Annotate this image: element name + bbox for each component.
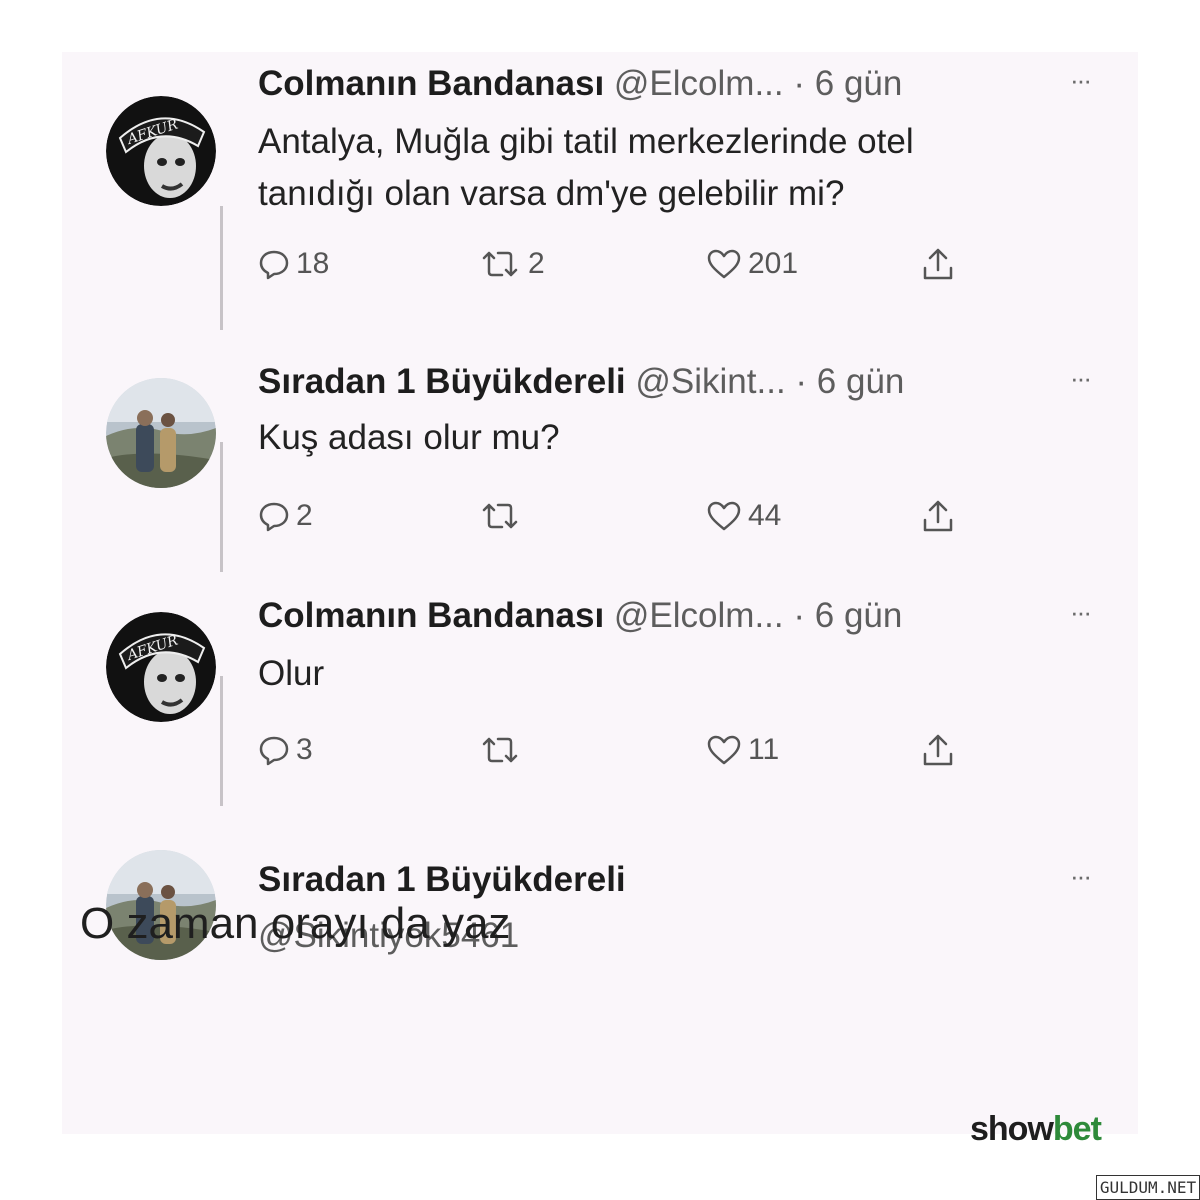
watermark: GULDUM.NET: [1096, 1175, 1200, 1200]
timestamp[interactable]: · 6 gün: [795, 362, 904, 401]
tweet-text-line: tanıdığı olan varsa dm'ye gelebilir mi?: [258, 174, 845, 213]
reply-text: O zaman orayı da yaz: [80, 899, 511, 948]
share-icon: [923, 500, 953, 532]
tweet-text-line: Antalya, Muğla gibi tatil merkezlerinde …: [258, 122, 914, 161]
tweet-actions: 18 2 201: [258, 242, 1018, 286]
tweet-text: Kuş adası olur mu?: [258, 412, 1118, 464]
reply-button[interactable]: 18: [258, 242, 329, 286]
reply-icon: [259, 250, 289, 280]
more-options-icon[interactable]: ···: [1062, 856, 1098, 904]
share-button[interactable]: [920, 242, 962, 286]
screenshot-card: AFKUR Colmanın Bandanası @Elcolm... · 6 …: [62, 52, 1138, 1134]
heart-icon: [707, 735, 741, 765]
like-count: 11: [748, 733, 780, 766]
display-name[interactable]: Sıradan 1 Büyükdereli: [258, 362, 626, 401]
brand-logo-part: bet: [1052, 1110, 1102, 1148]
avatar[interactable]: AFKUR: [106, 96, 216, 206]
heart-icon: [707, 249, 741, 279]
share-button[interactable]: [920, 494, 962, 538]
retweet-button[interactable]: [478, 494, 528, 538]
tweet-header: Colmanın Bandanası @Elcolm... · 6 gün: [258, 592, 1098, 640]
retweet-count: 2: [528, 247, 545, 280]
tweet-text-line: Kuş adası olur mu?: [258, 418, 560, 457]
handle[interactable]: @Elcolm...: [614, 64, 784, 103]
timestamp[interactable]: · 6 gün: [793, 596, 902, 635]
like-count: 201: [748, 247, 799, 280]
retweet-icon: [482, 503, 518, 529]
tweet-3[interactable]: AFKUR Colmanın Bandanası @Elcolm... · 6 …: [62, 592, 1138, 792]
timestamp[interactable]: · 6 gün: [793, 64, 902, 103]
tweet-header: Colmanın Bandanası @Elcolm... · 6 gün: [258, 60, 1098, 108]
retweet-icon: [482, 737, 518, 763]
tweet-text-line: Olur: [258, 654, 325, 693]
retweet-button[interactable]: 2: [478, 242, 545, 286]
retweet-button[interactable]: [478, 728, 528, 772]
avatar[interactable]: [106, 378, 216, 488]
like-button[interactable]: 44: [706, 494, 781, 538]
brand-logo: showbet: [970, 1110, 1102, 1149]
brand-logo-part: show: [970, 1110, 1054, 1148]
share-icon: [923, 248, 953, 280]
tweet-1[interactable]: AFKUR Colmanın Bandanası @Elcolm... · 6 …: [62, 60, 1138, 320]
more-options-icon[interactable]: ···: [1062, 592, 1098, 640]
tweet-actions: 3 11: [258, 728, 1018, 772]
handle[interactable]: @Elcolm...: [614, 596, 784, 635]
more-options-icon[interactable]: ···: [1062, 60, 1098, 108]
reply-count: 2: [296, 499, 313, 532]
tweet-text: Olur: [258, 648, 1118, 700]
display-name[interactable]: Colmanın Bandanası: [258, 596, 604, 635]
like-count: 44: [748, 499, 782, 532]
tweet-actions: 2 44: [258, 494, 1018, 538]
tweet-text: Antalya, Muğla gibi tatil merkezlerinde …: [258, 116, 1118, 220]
share-icon: [923, 734, 953, 766]
heart-icon: [707, 501, 741, 531]
reply-button[interactable]: 2: [258, 494, 313, 538]
like-button[interactable]: 201: [706, 242, 798, 286]
tweet-header: Sıradan 1 Büyükdereli @Sikint... · 6 gün: [258, 358, 1098, 406]
like-button[interactable]: 11: [706, 728, 779, 772]
reply-icon: [259, 736, 289, 766]
retweet-icon: [482, 251, 518, 277]
tweet-2[interactable]: Sıradan 1 Büyükdereli @Sikint... · 6 gün…: [62, 358, 1138, 558]
reply-icon: [259, 502, 289, 532]
reply-count: 3: [296, 733, 313, 766]
share-button[interactable]: [920, 728, 962, 772]
avatar[interactable]: AFKUR: [106, 612, 216, 722]
reply-count: 18: [296, 247, 330, 280]
handle[interactable]: @Sikint...: [635, 362, 785, 401]
more-options-icon[interactable]: ···: [1062, 358, 1098, 406]
display-name[interactable]: Colmanın Bandanası: [258, 64, 604, 103]
reply-button[interactable]: 3: [258, 728, 313, 772]
